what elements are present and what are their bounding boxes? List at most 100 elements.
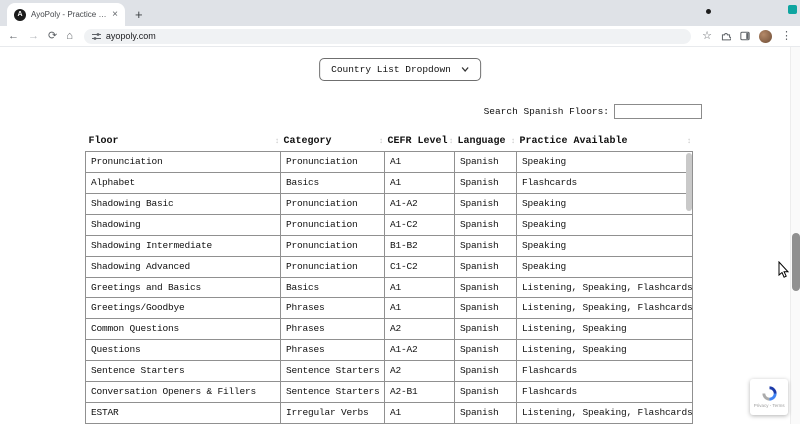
table-cell: Listening, Speaking: [517, 319, 693, 340]
table-cell: Conversation Openers & Fillers: [86, 382, 281, 403]
search-row: Search Spanish Floors:: [484, 104, 702, 119]
sort-icon[interactable]: ↕: [275, 137, 280, 146]
table-cell: Common Questions: [86, 319, 281, 340]
table-row[interactable]: Greetings and BasicsBasicsA1SpanishListe…: [86, 277, 693, 298]
table-cell: Spanish: [455, 193, 517, 214]
table-cell: Greetings and Basics: [86, 277, 281, 298]
table-cell: C1-C2: [385, 256, 455, 277]
reload-icon[interactable]: ⟳: [48, 31, 57, 42]
table-cell: Sentence Starters: [86, 361, 281, 382]
recaptcha-privacy-terms[interactable]: Privacy - Terms: [754, 403, 785, 408]
table-cell: A1: [385, 152, 455, 173]
table-row[interactable]: Common QuestionsPhrasesA2SpanishListenin…: [86, 319, 693, 340]
home-icon[interactable]: ⌂: [66, 31, 73, 42]
sort-icon[interactable]: ↕: [379, 137, 384, 146]
table-cell: Spanish: [455, 361, 517, 382]
sort-icon[interactable]: ↕: [511, 137, 516, 146]
extensions-puzzle-icon[interactable]: [721, 31, 731, 41]
sort-icon[interactable]: ↕: [449, 137, 454, 146]
table-cell: Spanish: [455, 235, 517, 256]
table-cell: Shadowing Advanced: [86, 256, 281, 277]
browser-menu-icon[interactable]: ⋮: [781, 31, 792, 42]
table-cell: Flashcards: [517, 361, 693, 382]
table-cell: A1-A2: [385, 340, 455, 361]
chevron-down-icon: [461, 67, 469, 72]
table-cell: A2: [385, 361, 455, 382]
table-cell: Pronunciation: [281, 152, 385, 173]
browser-toolbar: ← → ⟳ ⌂ ayopoly.com ☆ ⋮: [0, 26, 800, 47]
table-cell: Pronunciation: [281, 214, 385, 235]
bookmark-star-icon[interactable]: ☆: [702, 31, 712, 42]
table-header-row: Floor ↕ Category ↕ CEFR Level ↕ Langua: [86, 131, 693, 152]
page-scrollbar-thumb[interactable]: [792, 233, 800, 291]
table-cell: Speaking: [517, 152, 693, 173]
site-settings-icon[interactable]: [92, 32, 101, 41]
header-practice-available[interactable]: Practice Available ↕: [517, 131, 693, 152]
search-input[interactable]: [614, 104, 702, 119]
forward-icon[interactable]: →: [28, 31, 39, 42]
table-cell: Spanish: [455, 152, 517, 173]
table-row[interactable]: Shadowing AdvancedPronunciationC1-C2Span…: [86, 256, 693, 277]
address-bar[interactable]: ayopoly.com: [84, 29, 691, 44]
table-cell: A1-C2: [385, 214, 455, 235]
header-cefr-level[interactable]: CEFR Level ↕: [385, 131, 455, 152]
url-text[interactable]: ayopoly.com: [106, 32, 156, 41]
floors-table: Floor ↕ Category ↕ CEFR Level ↕ Langua: [85, 131, 692, 424]
sort-icon[interactable]: ↕: [687, 137, 692, 146]
table-cell: Spanish: [455, 214, 517, 235]
table-cell: Spanish: [455, 319, 517, 340]
table-cell: Basics: [281, 277, 385, 298]
table-cell: Listening, Speaking: [517, 340, 693, 361]
new-tab-button[interactable]: +: [135, 8, 143, 21]
table-cell: Shadowing Intermediate: [86, 235, 281, 256]
table-cell: Greetings/Goodbye: [86, 298, 281, 319]
table-row[interactable]: ShadowingPronunciationA1-C2SpanishSpeaki…: [86, 214, 693, 235]
table-cell: B1-B2: [385, 235, 455, 256]
mouse-cursor: [778, 261, 790, 279]
table-cell: A1: [385, 277, 455, 298]
table-row[interactable]: ESTARIrregular VerbsA1SpanishListening, …: [86, 403, 693, 424]
table-cell: Pronunciation: [281, 256, 385, 277]
table-cell: A1: [385, 403, 455, 424]
table-scrollbar[interactable]: [686, 153, 692, 423]
table-cell: Spanish: [455, 172, 517, 193]
table-cell: Spanish: [455, 340, 517, 361]
table-row[interactable]: Greetings/GoodbyePhrasesA1SpanishListeni…: [86, 298, 693, 319]
header-floor[interactable]: Floor ↕: [86, 131, 281, 152]
table-scrollbar-thumb[interactable]: [686, 153, 692, 211]
table-cell: Speaking: [517, 256, 693, 277]
table-row[interactable]: Shadowing IntermediatePronunciationB1-B2…: [86, 235, 693, 256]
table-row[interactable]: Conversation Openers & FillersSentence S…: [86, 382, 693, 403]
country-list-dropdown[interactable]: Country List Dropdown: [319, 58, 481, 81]
profile-avatar[interactable]: [759, 30, 772, 43]
table-cell: Phrases: [281, 298, 385, 319]
table-cell: Listening, Speaking, Flashcards: [517, 298, 693, 319]
table-row[interactable]: PronunciationPronunciationA1SpanishSpeak…: [86, 152, 693, 173]
search-label: Search Spanish Floors:: [484, 106, 609, 117]
table-row[interactable]: QuestionsPhrasesA1-A2SpanishListening, S…: [86, 340, 693, 361]
back-icon[interactable]: ←: [8, 31, 19, 42]
table-cell: Sentence Starters: [281, 361, 385, 382]
header-category[interactable]: Category ↕: [281, 131, 385, 152]
side-panel-icon[interactable]: [740, 31, 750, 41]
table-row[interactable]: Sentence StartersSentence StartersA2Span…: [86, 361, 693, 382]
table-cell: Speaking: [517, 214, 693, 235]
table-cell: A2: [385, 319, 455, 340]
page-content: Country List Dropdown Search Spanish Flo…: [0, 47, 800, 424]
table-cell: Listening, Speaking, Flashcards: [517, 403, 693, 424]
table-cell: Phrases: [281, 340, 385, 361]
table-cell: ESTAR: [86, 403, 281, 424]
table-row[interactable]: Shadowing BasicPronunciationA1-A2Spanish…: [86, 193, 693, 214]
tab-title: AyoPoly - Practice language le: [31, 10, 107, 19]
table-row[interactable]: AlphabetBasicsA1SpanishFlashcards: [86, 172, 693, 193]
tab-strip: A AyoPoly - Practice language le × +: [0, 0, 800, 26]
table-cell: Irregular Verbs: [281, 403, 385, 424]
recaptcha-badge[interactable]: Privacy - Terms: [750, 379, 788, 415]
table-cell: Spanish: [455, 256, 517, 277]
page-scrollbar[interactable]: [790, 47, 800, 424]
header-language[interactable]: Language ↕: [455, 131, 517, 152]
table-cell: Spanish: [455, 382, 517, 403]
tab-close-icon[interactable]: ×: [112, 10, 118, 20]
browser-tab[interactable]: A AyoPoly - Practice language le ×: [7, 3, 125, 26]
window-control-icon[interactable]: [788, 5, 797, 14]
